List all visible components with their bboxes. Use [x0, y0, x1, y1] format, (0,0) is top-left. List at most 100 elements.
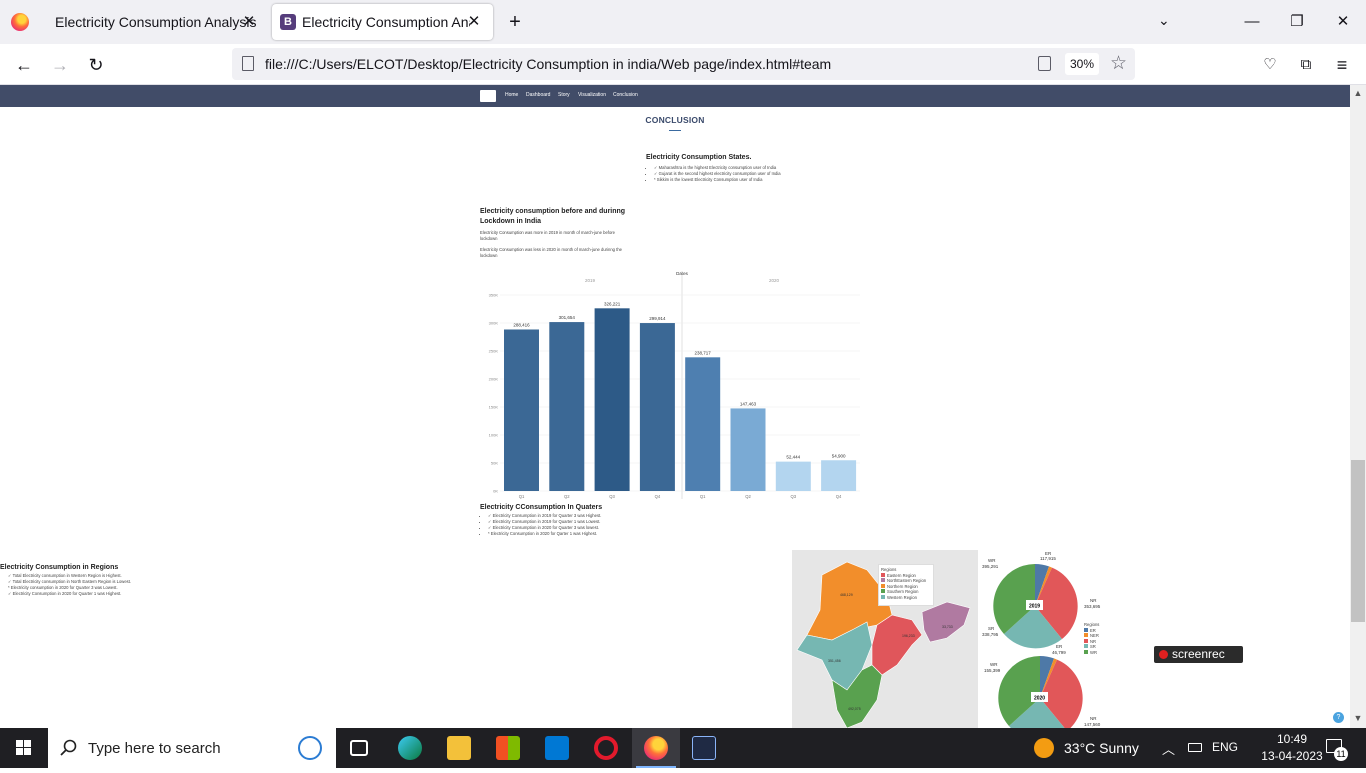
- chevron-up-icon[interactable]: ︿: [1162, 739, 1175, 758]
- map-value-label: 196,233: [902, 634, 915, 638]
- task-view-icon[interactable]: [350, 740, 368, 756]
- site-navbar: Home Dashboard Story Visualization Concl…: [0, 85, 1350, 107]
- notification-count: 11: [1334, 747, 1348, 761]
- store-icon[interactable]: [496, 736, 520, 760]
- battery-icon[interactable]: [1188, 743, 1202, 752]
- pie-label-value: 395,291: [982, 564, 999, 569]
- mail-icon[interactable]: [545, 736, 569, 760]
- tab-inactive[interactable]: Electricity Consumption Analysis ✕: [40, 4, 268, 40]
- x-tick-label: Q1: [700, 494, 706, 499]
- file-explorer-icon[interactable]: [447, 736, 471, 760]
- menu-icon[interactable]: ≡: [1329, 52, 1355, 78]
- edge-icon[interactable]: [398, 736, 422, 760]
- y-tick-label: 350K: [489, 293, 499, 298]
- bar: [685, 357, 721, 491]
- close-window-icon[interactable]: ✕: [1331, 10, 1355, 34]
- legend-label: WR: [1090, 649, 1097, 655]
- close-icon[interactable]: ✕: [465, 13, 483, 31]
- back-arrow-icon[interactable]: ←: [11, 52, 37, 78]
- pie-label-value: 46,799: [1052, 650, 1066, 655]
- language-indicator[interactable]: ENG: [1212, 740, 1238, 754]
- tab-active[interactable]: B Electricity Consumption Analysis ✕: [272, 4, 493, 40]
- pie-label-name: WR: [988, 558, 996, 563]
- restore-icon[interactable]: ❐: [1285, 10, 1309, 34]
- firefox-view-icon[interactable]: [0, 0, 40, 44]
- bing-icon[interactable]: [298, 736, 322, 760]
- scroll-up-icon[interactable]: ▲: [1350, 85, 1366, 101]
- legend-label: Northern Region: [887, 583, 918, 589]
- sun-icon[interactable]: [1034, 738, 1054, 758]
- forward-arrow-icon[interactable]: →: [47, 52, 73, 78]
- zoom-level-button[interactable]: 30%: [1065, 53, 1099, 75]
- bar-value-label: 147,463: [740, 401, 757, 406]
- pie-label-name: SR: [988, 626, 995, 631]
- start-button[interactable]: [0, 728, 48, 768]
- quarterly-bar-chart: Dates 2019 2020 0K 50K 100K 150K 200K 250K 300K 35…: [489, 271, 860, 499]
- y-tick-label: 250K: [489, 349, 499, 354]
- windows-logo-icon: [16, 740, 31, 755]
- list-item: ✓ Electricity Consumption in 2020 for Qu…: [8, 591, 180, 597]
- map-value-label: 492,075: [848, 707, 861, 711]
- close-icon[interactable]: ✕: [240, 13, 258, 31]
- map-east-region: [871, 614, 923, 676]
- y-tick-label: 300K: [489, 321, 499, 326]
- reader-view-icon[interactable]: [1038, 56, 1051, 71]
- screenrec-widget[interactable]: screenrec: [1154, 646, 1243, 663]
- snipping-tool-icon[interactable]: [692, 736, 716, 760]
- legend-label: Western Region: [887, 594, 917, 600]
- states-title: Electricity Consumption States.: [646, 154, 752, 161]
- minimize-icon[interactable]: —: [1240, 10, 1264, 34]
- pie-label-value: 353,695: [1084, 604, 1101, 609]
- svg-text:2019: 2019: [1029, 604, 1040, 610]
- x-tick-label: Q4: [836, 494, 842, 499]
- pie-label-value: 338,795: [982, 632, 999, 637]
- nav-link-visualization[interactable]: Visualization: [578, 92, 606, 98]
- nav-link-conclusion[interactable]: Conclusion: [613, 92, 638, 98]
- opera-icon[interactable]: [594, 736, 618, 760]
- india-region-map: 468,129 351,456 196,233 33,733 492,075 R…: [792, 550, 978, 728]
- bar: [730, 408, 766, 491]
- map-legend-items: Eastern Region NorthEastern Region Norther…: [881, 572, 931, 601]
- scroll-thumb[interactable]: [1351, 460, 1365, 622]
- bar-value-label: 52,444: [786, 455, 800, 460]
- pie-2019: 2019: [993, 564, 1078, 649]
- legend-item: WR: [1084, 649, 1114, 656]
- tab-title: Electricity Consumption Analysis: [55, 14, 257, 30]
- legend-swatch: [881, 594, 885, 599]
- tab-strip: Electricity Consumption Analysis ✕ B Ele…: [0, 0, 1366, 44]
- map-value-label: 468,129: [840, 593, 853, 597]
- x-tick-label: Q3: [609, 494, 615, 499]
- nav-link-home[interactable]: Home: [505, 92, 518, 98]
- legend-item: Western Region: [881, 594, 931, 601]
- pie-legend: Regions ER NER NR SR WR: [1084, 622, 1114, 666]
- firefox-icon: [644, 736, 668, 760]
- scroll-down-icon[interactable]: ▼: [1350, 710, 1366, 726]
- firefox-logo-icon: [11, 13, 29, 31]
- nav-link-dashboard[interactable]: Dashboard: [526, 92, 550, 98]
- svg-text:2020: 2020: [1034, 696, 1045, 702]
- quarters-conclusion: Electricity CConsumption In Quaters ✓ El…: [480, 504, 680, 537]
- search-placeholder: Type here to search: [88, 740, 221, 757]
- firefox-taskbar-active[interactable]: [632, 728, 680, 768]
- new-tab-button[interactable]: +: [503, 10, 527, 34]
- x-tick-label: Q3: [791, 494, 797, 499]
- page-scrollbar[interactable]: ▲ ▼: [1350, 85, 1366, 728]
- pocket-icon[interactable]: ♡: [1257, 52, 1283, 78]
- regions-conclusion: Electricity Consumption in Regions ✓ Tot…: [0, 564, 180, 597]
- site-logo[interactable]: [480, 90, 496, 102]
- reload-icon[interactable]: ↻: [83, 52, 109, 78]
- clock-time[interactable]: 10:49: [1262, 732, 1322, 746]
- chevron-down-icon[interactable]: ⌄: [1158, 12, 1170, 29]
- taskbar-search[interactable]: Type here to search: [48, 728, 336, 768]
- nav-link-story[interactable]: Story: [558, 92, 570, 98]
- legend-swatch: [1084, 627, 1088, 632]
- weather-label[interactable]: 33°C Sunny: [1064, 740, 1139, 756]
- extensions-icon[interactable]: ⧉: [1293, 52, 1319, 78]
- bar: [549, 322, 585, 491]
- url-text[interactable]: file:///C:/Users/ELCOT/Desktop/Electrici…: [265, 56, 831, 72]
- bookmark-star-icon[interactable]: ☆: [1110, 52, 1127, 75]
- url-bar[interactable]: file:///C:/Users/ELCOT/Desktop/Electrici…: [232, 48, 1135, 80]
- bar: [639, 323, 675, 491]
- help-icon[interactable]: ?: [1333, 712, 1344, 723]
- clock-date[interactable]: 13-04-2023: [1254, 749, 1330, 763]
